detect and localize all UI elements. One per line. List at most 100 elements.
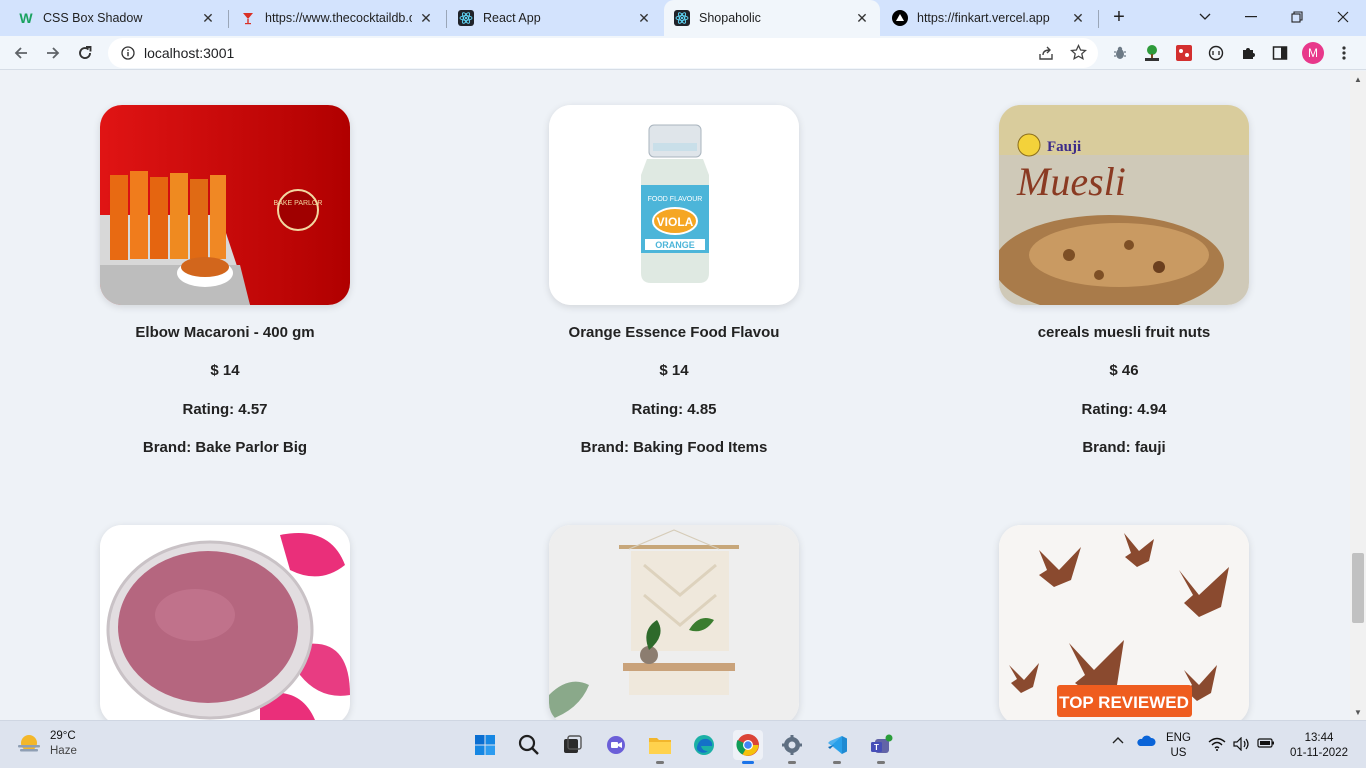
product-rating: Rating: 4.94 — [1081, 401, 1167, 418]
macrame-shelf-image[interactable] — [549, 525, 799, 720]
tab-cocktaildb[interactable]: https://www.thecocktaildb.co ✕ — [230, 4, 444, 32]
product-brand: Brand: Baking Food Items — [580, 439, 768, 456]
windows-taskbar: 29°C Haze T ENG US 13:44 01-11-2022 — [0, 720, 1366, 768]
wooden-birds-image[interactable]: TOP REVIEWED — [999, 525, 1249, 720]
close-icon[interactable]: ✕ — [1070, 10, 1086, 26]
product-price: $ 14 — [659, 362, 689, 379]
react-icon — [458, 10, 474, 26]
product-brand: Brand: Bake Parlor Big — [142, 439, 308, 456]
tab-css-box-shadow[interactable]: W CSS Box Shadow ✕ — [8, 4, 226, 32]
teams-icon[interactable]: T — [866, 730, 896, 764]
muesli-box-image[interactable]: Fauji Muesli — [999, 105, 1249, 305]
product-card[interactable] — [549, 525, 799, 720]
running-indicator — [788, 761, 796, 764]
file-explorer-icon[interactable] — [645, 730, 675, 764]
tab-finkart[interactable]: https://finkart.vercel.app ✕ — [882, 4, 1096, 32]
clock[interactable]: 13:44 01-11-2022 — [1284, 731, 1354, 761]
vercel-triangle-icon — [892, 10, 908, 26]
tab-shopaholic[interactable]: Shopaholic ✕ — [664, 0, 880, 36]
close-icon[interactable]: ✕ — [854, 10, 870, 26]
tab-search-button[interactable] — [1182, 6, 1228, 28]
settings-gear-icon[interactable] — [777, 730, 807, 764]
clock-date: 01-11-2022 — [1290, 747, 1348, 759]
browser-toolbar: localhost:3001 M — [0, 36, 1366, 70]
weather-condition: Haze — [50, 745, 77, 757]
onedrive-cloud-icon[interactable] — [1136, 735, 1156, 752]
battery-icon[interactable] — [1257, 737, 1275, 754]
chat-icon[interactable] — [601, 730, 631, 760]
page-scrollbar[interactable]: ▲ ▼ — [1350, 71, 1366, 720]
kebab-menu-icon[interactable] — [1334, 43, 1354, 63]
minimize-button[interactable] — [1228, 6, 1274, 28]
product-name: Orange Essence Food Flavou — [568, 324, 780, 341]
task-view-icon[interactable] — [557, 730, 587, 760]
address-bar[interactable]: localhost:3001 — [108, 38, 1098, 68]
flavour-bottle-image[interactable]: FOOD FLAVOUR VIOLA ORANGE — [549, 105, 799, 305]
scroll-down-arrow[interactable]: ▼ — [1350, 704, 1366, 720]
webflow-w-icon: W — [19, 10, 33, 26]
vscode-icon[interactable] — [822, 730, 852, 764]
forward-button[interactable] — [40, 40, 66, 66]
wifi-icon[interactable] — [1208, 737, 1226, 756]
image-text: ORANGE — [655, 240, 695, 250]
image-text: BAKE PARLOR — [274, 200, 323, 207]
close-icon[interactable]: ✕ — [418, 10, 434, 26]
weather-widget[interactable]: 29°C Haze — [16, 729, 77, 759]
close-icon[interactable]: ✕ — [200, 10, 216, 26]
side-panel-icon[interactable] — [1270, 43, 1290, 63]
image-text: Fauji — [1047, 139, 1081, 155]
haze-weather-icon — [18, 735, 40, 752]
product-name: cereals muesli fruit nuts — [1037, 324, 1211, 341]
show-hidden-icons-chevron[interactable] — [1112, 735, 1124, 750]
circle-extension-icon[interactable] — [1206, 43, 1226, 63]
clock-time: 13:44 — [1304, 732, 1334, 744]
tab-separator — [1098, 10, 1099, 28]
red-extension-icon[interactable] — [1174, 43, 1194, 63]
image-text: TOP REVIEWED — [1059, 693, 1189, 712]
tab-react-app[interactable]: React App ✕ — [448, 4, 662, 32]
new-tab-button[interactable]: + — [1110, 6, 1128, 28]
share-icon[interactable] — [1038, 45, 1054, 66]
back-button[interactable] — [8, 40, 34, 66]
scroll-up-arrow[interactable]: ▲ — [1350, 71, 1366, 87]
info-icon[interactable] — [120, 45, 136, 61]
rose-powder-image[interactable] — [100, 525, 350, 720]
macaroni-pack-image[interactable]: BAKE PARLOR — [100, 105, 350, 305]
start-windows-icon[interactable] — [470, 730, 500, 760]
restore-button[interactable] — [1274, 6, 1320, 28]
url-text[interactable]: localhost:3001 — [144, 45, 234, 61]
html-tree-extension-icon[interactable] — [1142, 43, 1162, 63]
keyboard-region: US — [1170, 747, 1187, 759]
product-card[interactable]: BAKE PARLOR Elbow Macaroni - 400 gm $ 14… — [100, 105, 350, 459]
product-card[interactable]: Fauji Muesli cereals muesli fruit nuts $… — [999, 105, 1249, 459]
reload-button[interactable] — [72, 40, 98, 66]
extensions-puzzle-icon[interactable] — [1238, 43, 1258, 63]
page-content: BAKE PARLOR Elbow Macaroni - 400 gm $ 14… — [0, 71, 1350, 720]
search-icon[interactable] — [514, 730, 544, 760]
product-rating: Rating: 4.85 — [631, 401, 717, 418]
profile-avatar[interactable]: M — [1302, 42, 1324, 64]
image-text: Muesli — [1016, 159, 1126, 204]
close-window-button[interactable] — [1320, 6, 1366, 28]
edge-icon[interactable] — [689, 730, 719, 760]
running-indicator — [877, 761, 885, 764]
close-icon[interactable]: ✕ — [636, 10, 652, 26]
product-card[interactable]: TOP REVIEWED — [999, 525, 1249, 720]
tab-strip: W CSS Box Shadow ✕ https://www.thecockta… — [0, 0, 1366, 36]
weather-temp: 29°C — [50, 730, 76, 742]
bookmark-star-icon[interactable] — [1069, 43, 1088, 66]
chrome-icon[interactable] — [733, 730, 763, 764]
running-indicator — [656, 761, 664, 764]
tab-separator — [228, 10, 229, 28]
product-name: Elbow Macaroni - 400 gm — [135, 324, 315, 341]
product-card[interactable]: FOOD FLAVOUR VIOLA ORANGE Orange Essence… — [549, 105, 799, 459]
language-indicator[interactable]: ENG US — [1166, 731, 1191, 761]
product-card[interactable] — [100, 525, 350, 720]
speaker-volume-icon[interactable] — [1233, 736, 1251, 756]
bug-extension-icon[interactable] — [1110, 43, 1130, 63]
language-code: ENG — [1166, 732, 1191, 744]
image-text: FOOD FLAVOUR — [648, 196, 703, 203]
product-rating: Rating: 4.57 — [182, 401, 268, 418]
running-indicator — [833, 761, 841, 764]
scrollbar-thumb[interactable] — [1352, 553, 1364, 623]
